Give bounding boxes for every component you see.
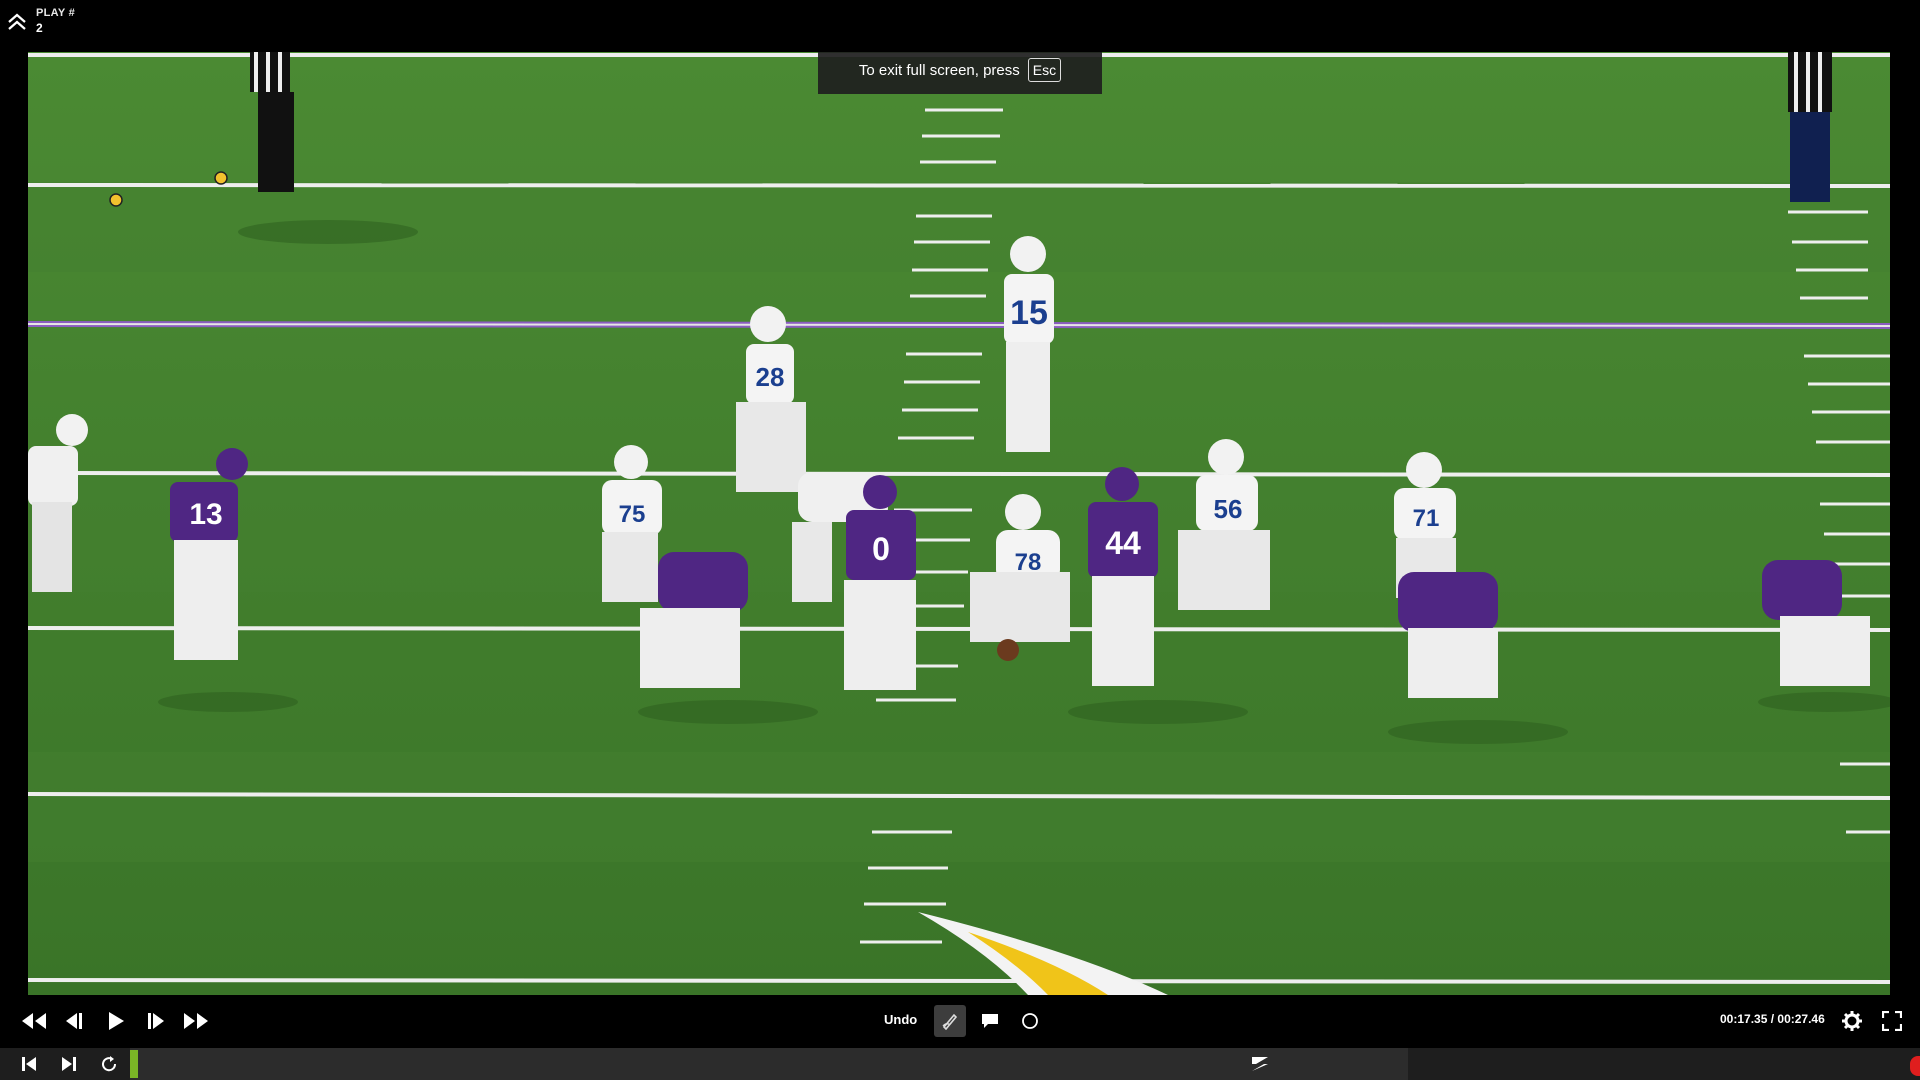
fast-forward-icon[interactable] (180, 1005, 212, 1037)
timecode: 00:17.35 / 00:27.46 (1720, 1012, 1825, 1026)
play-icon[interactable] (100, 1005, 132, 1037)
svg-text:78: 78 (1015, 549, 1042, 576)
step-back-icon[interactable] (58, 1005, 90, 1037)
play-label: PLAY # (36, 7, 76, 19)
svg-text:44: 44 (1105, 525, 1141, 561)
play-number: 2 (36, 21, 43, 35)
circle-tool-icon[interactable] (1014, 1005, 1046, 1037)
next-clip-icon[interactable] (56, 1052, 82, 1076)
esc-key-badge: Esc (1027, 58, 1062, 82)
svg-text:56: 56 (1214, 494, 1243, 524)
collapse-chevron-icon[interactable] (6, 10, 28, 34)
top-bar: PLAY # 2 (0, 0, 1920, 52)
fullscreen-exit-notice: To exit full screen, press Esc (818, 52, 1102, 94)
svg-text:28: 28 (756, 362, 785, 392)
gear-icon[interactable] (1836, 1005, 1868, 1037)
rewind-icon[interactable] (18, 1005, 50, 1037)
svg-text:71: 71 (1413, 505, 1440, 532)
time-separator: / (1767, 1012, 1778, 1026)
fullscreen-exit-text: To exit full screen, press (858, 61, 1020, 79)
total-time: 00:27.46 (1777, 1012, 1825, 1026)
svg-text:15: 15 (1010, 294, 1048, 332)
draw-pen-icon[interactable] (934, 1005, 966, 1037)
step-forward-icon[interactable] (140, 1005, 172, 1037)
previous-clip-icon[interactable] (16, 1052, 42, 1076)
player-controls: Undo 00:17.35 / 00:27.46 (0, 995, 1920, 1048)
progress-track[interactable] (130, 1048, 1408, 1080)
progress-fill (130, 1050, 138, 1078)
svg-text:0: 0 (872, 531, 890, 567)
video-frame[interactable]: 15 28 75 78 56 71 13 0 44 To exit full s… (28, 52, 1890, 995)
hudl-logo-icon (1248, 1054, 1272, 1074)
field-image: 15 28 75 78 56 71 13 0 44 (28, 52, 1890, 995)
undo-button[interactable]: Undo (884, 1012, 917, 1027)
comment-icon[interactable] (974, 1005, 1006, 1037)
playlist-bar (0, 1048, 1920, 1080)
replay-icon[interactable] (96, 1052, 122, 1076)
record-indicator-icon (1910, 1056, 1920, 1076)
current-time: 00:17.35 (1720, 1012, 1768, 1026)
svg-text:13: 13 (189, 498, 222, 531)
svg-text:75: 75 (619, 501, 646, 528)
fullscreen-icon[interactable] (1876, 1005, 1908, 1037)
